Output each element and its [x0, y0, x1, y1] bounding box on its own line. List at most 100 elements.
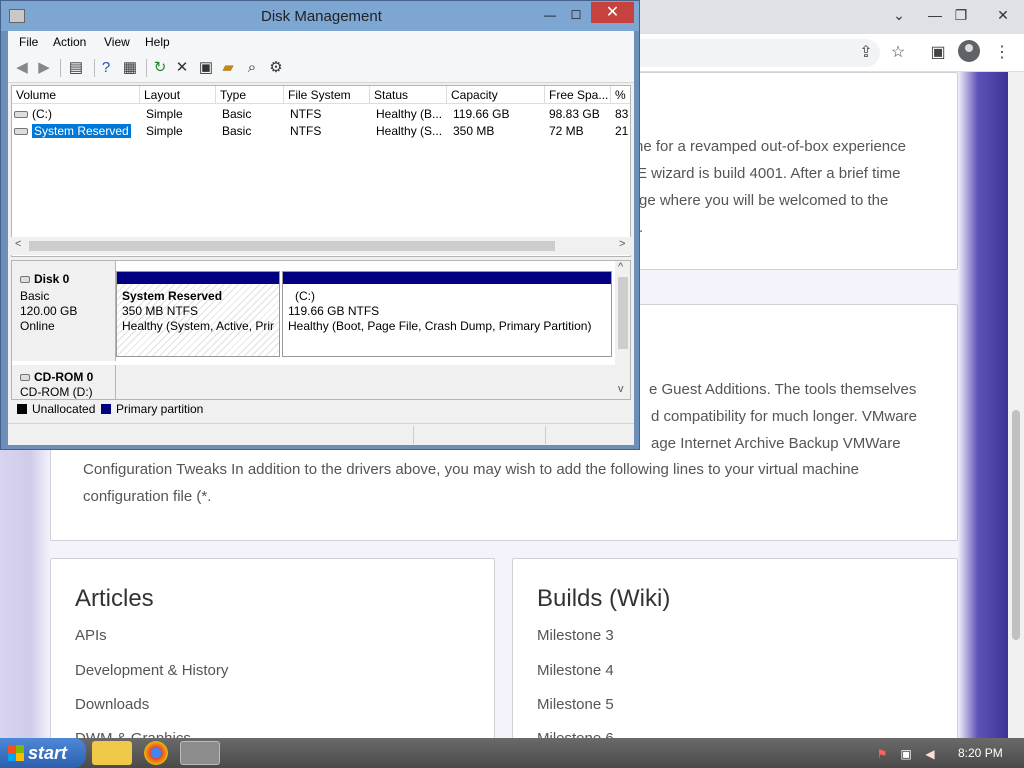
builds-link-milestone-4[interactable]: Milestone 4: [537, 662, 614, 679]
settings-icon[interactable]: ⚙: [266, 58, 286, 78]
window-titlebar[interactable]: Disk Management — ☐ ✕: [1, 1, 639, 31]
column-header-free-space[interactable]: Free Spa...: [545, 86, 611, 104]
properties-icon[interactable]: ▦: [120, 58, 140, 78]
builds-card: Builds (Wiki) Milestone 3 Milestone 4 Mi…: [512, 558, 958, 738]
start-button[interactable]: start: [0, 738, 86, 768]
partition-status: Healthy (System, Active, Prir: [122, 319, 275, 333]
horizontal-scroll-thumb[interactable]: [29, 241, 555, 251]
disk-0-type: Basic: [20, 289, 50, 303]
toolbar-separator: [94, 59, 95, 77]
column-header-type[interactable]: Type: [216, 86, 284, 104]
menu-action[interactable]: Action: [53, 35, 86, 49]
cdrom-0-area[interactable]: [116, 365, 615, 399]
file-explorer-taskbar-icon[interactable]: [92, 741, 132, 765]
refresh-icon[interactable]: ↻: [150, 58, 170, 78]
vertical-scroll-thumb[interactable]: [618, 277, 628, 349]
partition-system-reserved[interactable]: System Reserved 350 MB NTFS Healthy (Sys…: [116, 271, 280, 357]
partition-name: System Reserved: [122, 289, 223, 303]
disk-icon: [20, 276, 30, 284]
partition-status: Healthy (Boot, Page File, Crash Dump, Pr…: [288, 319, 592, 333]
file-system-cell: NTFS: [290, 107, 322, 121]
articles-link-apis[interactable]: APIs: [75, 627, 107, 644]
drive-icon: [14, 128, 28, 136]
scroll-up-icon[interactable]: ^: [618, 261, 623, 273]
capacity-cell: 119.66 GB: [453, 107, 510, 121]
profile-avatar-icon[interactable]: [958, 40, 980, 62]
side-panel-icon[interactable]: ▣: [926, 41, 950, 65]
disk-management-app-icon[interactable]: [9, 9, 25, 23]
capacity-cell: 350 MB: [453, 124, 495, 138]
file-system-cell: NTFS: [290, 124, 322, 138]
partition-c-drive[interactable]: (C:) 119.66 GB NTFS Healthy (Boot, Page …: [282, 271, 612, 357]
free-space-cell: 72 MB: [549, 124, 584, 138]
articles-card: Articles APIs Development & History Down…: [50, 558, 495, 738]
rescan-disks-icon[interactable]: ▣: [196, 58, 216, 78]
address-bar[interactable]: [600, 39, 880, 67]
articles-link-development[interactable]: Development & History: [75, 662, 228, 679]
scroll-down-icon[interactable]: v: [618, 383, 624, 395]
windows-logo-icon: [8, 745, 24, 761]
disk-0-size: 120.00 GB: [20, 304, 78, 318]
column-header-layout[interactable]: Layout: [140, 86, 216, 104]
column-header-volume[interactable]: Volume: [12, 86, 140, 104]
legend-unallocated-swatch: [17, 404, 27, 414]
builds-link-milestone-3[interactable]: Milestone 3: [537, 627, 614, 644]
paragraph-line: ge where you will be welcomed to the: [639, 192, 889, 209]
network-icon[interactable]: ▣: [898, 746, 914, 762]
builds-link-milestone-6[interactable]: Milestone 6: [537, 730, 614, 738]
partition-size: 350 MB NTFS: [122, 304, 199, 318]
delete-icon[interactable]: ✕: [172, 58, 192, 78]
scroll-right-icon[interactable]: >: [619, 238, 625, 250]
maximize-button[interactable]: ☐: [563, 5, 589, 25]
status-bar: [8, 423, 634, 445]
scroll-left-icon[interactable]: <: [15, 238, 21, 250]
cdrom-0-label[interactable]: CD-ROM 0 CD-ROM (D:): [12, 365, 116, 399]
taskbar-clock[interactable]: 8:20 PM: [958, 746, 1003, 760]
minimize-button[interactable]: —: [537, 5, 563, 25]
window-title: Disk Management: [261, 8, 382, 25]
column-header-file-system[interactable]: File System: [284, 86, 370, 104]
paragraph-line: e Guest Additions. The tools themselves: [649, 381, 917, 398]
browser-restore-button[interactable]: ❐: [946, 2, 976, 28]
free-space-cell: 98.83 GB: [549, 107, 600, 121]
search-icon[interactable]: ⌕: [242, 58, 262, 78]
share-icon[interactable]: ⇪: [854, 41, 878, 65]
action-center-icon[interactable]: ⚑: [874, 746, 890, 762]
page-scrollbar[interactable]: [1008, 72, 1024, 738]
status-bar-segment: [545, 426, 634, 444]
graph-vertical-scrollbar[interactable]: ^ v: [615, 261, 630, 399]
menu-view[interactable]: View: [104, 35, 130, 49]
percent-free-cell: 83: [615, 107, 629, 121]
open-folder-icon[interactable]: ▰: [218, 58, 238, 78]
paragraph-line: configuration file (*.: [83, 488, 212, 505]
volume-muted-icon[interactable]: ◀: [922, 746, 938, 762]
close-button[interactable]: ✕: [591, 2, 634, 23]
partition-name: (C:): [295, 289, 315, 303]
disk-graphical-view: Disk 0 Basic 120.00 GB Online System Res…: [11, 260, 631, 400]
forward-arrow-icon[interactable]: ▶: [34, 58, 54, 78]
disk-management-taskbar-button[interactable]: [180, 741, 220, 765]
articles-link-dwm[interactable]: DWM & Graphics: [75, 730, 191, 738]
browser-menu-icon[interactable]: ⋮: [990, 41, 1014, 65]
back-arrow-icon[interactable]: ◀: [12, 58, 32, 78]
layout-cell: Simple: [146, 107, 183, 121]
browser-dropdown-icon[interactable]: ⌄: [884, 2, 914, 28]
menu-file[interactable]: File: [19, 35, 38, 49]
page-scroll-thumb[interactable]: [1012, 410, 1020, 640]
chrome-taskbar-icon[interactable]: [144, 741, 168, 765]
builds-link-milestone-5[interactable]: Milestone 5: [537, 696, 614, 713]
disk-0-label[interactable]: Disk 0 Basic 120.00 GB Online: [12, 261, 116, 361]
bookmark-star-icon[interactable]: ☆: [886, 41, 910, 65]
browser-close-button[interactable]: ✕: [988, 2, 1018, 28]
partition-bar: [117, 272, 279, 284]
list-horizontal-scrollbar[interactable]: < >: [11, 237, 631, 255]
articles-link-downloads[interactable]: Downloads: [75, 696, 149, 713]
menu-help[interactable]: Help: [145, 35, 170, 49]
column-header-percent-free[interactable]: % F: [611, 86, 630, 104]
column-header-capacity[interactable]: Capacity: [447, 86, 545, 104]
status-cell: Healthy (B...: [376, 107, 443, 121]
console-tree-icon[interactable]: ▤: [66, 58, 86, 78]
column-header-status[interactable]: Status: [370, 86, 447, 104]
drive-icon: [14, 111, 28, 119]
help-icon[interactable]: ?: [96, 58, 116, 78]
